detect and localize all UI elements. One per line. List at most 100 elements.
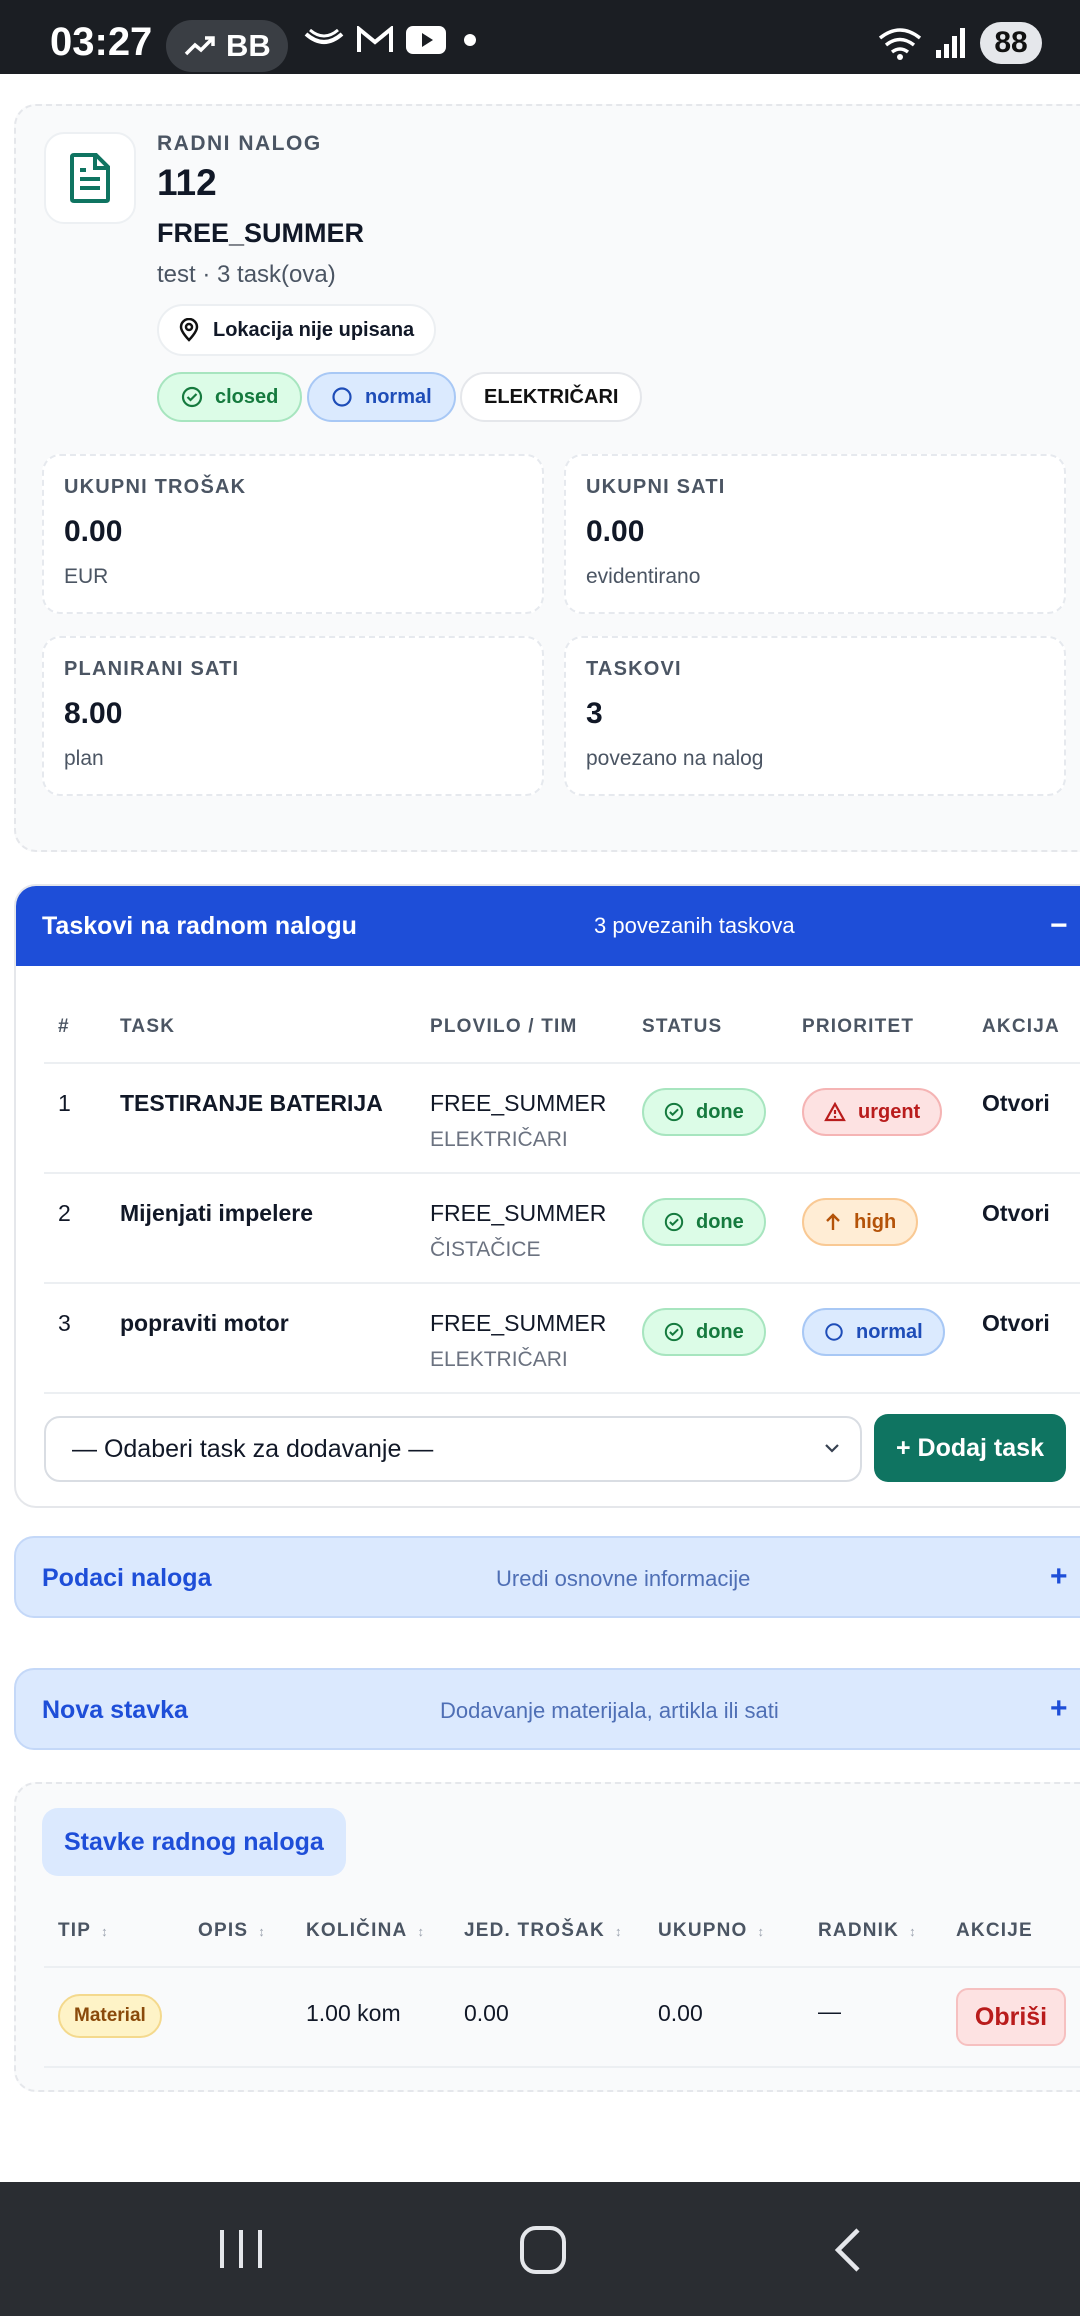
status-activity-pill: BB xyxy=(166,20,288,72)
column-label: JED. TROŠAK xyxy=(464,1920,605,1941)
column-label: RADNIK xyxy=(818,1920,900,1941)
team-name: ELEKTRIČARI xyxy=(430,1348,568,1371)
team-chip: ELEKTRIČARI xyxy=(460,372,643,422)
tasks-section-title: Taskovi na radnom nalogu xyxy=(42,911,357,940)
sort-icon: ↕ xyxy=(258,1924,266,1939)
sway-icon xyxy=(304,28,344,44)
home-icon[interactable] xyxy=(518,2226,568,2276)
system-icons: 88 xyxy=(878,22,1042,64)
status-label: done xyxy=(696,1210,744,1233)
status-pill: done xyxy=(642,1198,766,1246)
open-task-link[interactable]: Otvori xyxy=(982,1090,1050,1117)
location-chip: Lokacija nije upisana xyxy=(157,304,437,356)
check-circle-icon xyxy=(181,386,203,408)
column-header[interactable]: OPIS ↕ xyxy=(198,1920,266,1942)
row-number: 2 xyxy=(58,1200,71,1226)
task-select[interactable]: — Odaberi task za dodavanje — xyxy=(44,1416,862,1482)
stat-sub: povezano na nalog xyxy=(586,747,764,770)
stat-value: 0.00 xyxy=(586,515,645,548)
new-item-subtitle: Dodavanje materijala, artikla ili sati xyxy=(440,1698,779,1723)
circle-icon xyxy=(332,387,352,407)
priority-pill: urgent xyxy=(802,1088,943,1136)
stat-sub: plan xyxy=(64,747,104,770)
vessel-name: FREE_SUMMER xyxy=(430,1200,607,1226)
tasks-section-header[interactable]: Taskovi na radnom nalogu 3 povezanih tas… xyxy=(16,886,1080,966)
task-select-value: — Odaberi task za dodavanje — xyxy=(72,1434,434,1463)
column-header: TASK xyxy=(120,1016,176,1037)
divider xyxy=(44,1282,1080,1284)
arrow-up-icon xyxy=(826,1213,840,1230)
expand-toggle[interactable]: + xyxy=(1050,1692,1068,1726)
document-icon xyxy=(44,132,136,224)
status-pill: done xyxy=(642,1088,766,1136)
divider xyxy=(44,2066,1080,2068)
column-header: STATUS xyxy=(642,1016,723,1037)
open-task-link[interactable]: Otvori xyxy=(982,1310,1050,1337)
task-name: Mijenjati impelere xyxy=(120,1200,314,1226)
sort-icon: ↕ xyxy=(614,1924,623,1939)
expand-toggle[interactable]: + xyxy=(1050,1560,1068,1594)
item-type-chip: Material xyxy=(58,1994,162,2038)
battery-level: 88 xyxy=(980,22,1042,64)
delete-item-button[interactable]: Obriši xyxy=(956,1988,1066,2046)
stat-sub: evidentirano xyxy=(586,565,701,588)
sort-icon: ↕ xyxy=(909,1924,917,1939)
column-header[interactable]: TIP ↕ xyxy=(58,1920,109,1942)
stat-value: 0.00 xyxy=(64,515,123,548)
priority-chip-label: normal xyxy=(365,385,432,408)
stat-total-cost: UKUPNI TROŠAK 0.00 EUR xyxy=(42,454,544,614)
location-text: Lokacija nije upisana xyxy=(213,318,415,341)
status-chip: closed xyxy=(157,372,303,422)
column-header[interactable]: JED. TROŠAK ↕ xyxy=(464,1920,623,1942)
status-label: done xyxy=(696,1100,744,1123)
item-quantity: 1.00 kom xyxy=(306,2000,401,2026)
stat-label: UKUPNI SATI xyxy=(586,476,726,498)
column-header: PRIORITET xyxy=(802,1016,915,1037)
stat-label: PLANIRANI SATI xyxy=(64,658,240,680)
vessel-name: FREE_SUMMER xyxy=(430,1090,607,1116)
vessel-name: FREE_SUMMER xyxy=(430,1310,607,1336)
column-label: OPIS xyxy=(198,1920,249,1941)
priority-label: normal xyxy=(856,1320,923,1343)
task-name: TESTIRANJE BATERIJA xyxy=(120,1090,383,1116)
column-header: PLOVILO / TIM xyxy=(430,1016,578,1037)
collapse-toggle[interactable]: − xyxy=(1050,909,1068,943)
task-name: popraviti motor xyxy=(120,1310,289,1336)
stat-value: 3 xyxy=(586,697,603,730)
divider xyxy=(44,1172,1080,1174)
item-unit-cost: 0.00 xyxy=(464,2000,509,2026)
status-pill: done xyxy=(642,1308,766,1356)
priority-chip: normal xyxy=(307,372,456,422)
eyebrow-label: RADNI NALOG xyxy=(157,132,322,155)
tasks-section-summary: 3 povezanih taskova xyxy=(594,913,795,938)
location-pin-icon xyxy=(179,318,199,342)
column-header[interactable]: KOLIČINA ↕ xyxy=(306,1920,425,1942)
status-bar: 03:27 BB 88 xyxy=(0,0,1080,74)
stat-sub: EUR xyxy=(64,565,109,588)
divider xyxy=(44,1392,1080,1394)
stat-tasks: TASKOVI 3 povezano na nalog xyxy=(564,636,1066,796)
team-chip-label: ELEKTRIČARI xyxy=(484,385,619,408)
signal-icon xyxy=(936,28,965,58)
circle-icon xyxy=(825,1323,843,1341)
priority-pill: normal xyxy=(802,1308,945,1356)
stat-label: TASKOVI xyxy=(586,658,682,680)
new-item-section[interactable]: Nova stavka Dodavanje materijala, artikl… xyxy=(14,1668,1080,1750)
status-label: done xyxy=(696,1320,744,1343)
add-task-button[interactable]: + Dodaj task xyxy=(874,1414,1066,1482)
order-data-section[interactable]: Podaci naloga Uredi osnovne informacije … xyxy=(14,1536,1080,1618)
column-header[interactable]: RADNIK ↕ xyxy=(818,1920,917,1942)
work-order-subtitle: test · 3 task(ova) xyxy=(157,261,336,288)
tasks-section: Taskovi na radnom nalogu 3 povezanih tas… xyxy=(14,884,1080,1508)
team-name: ČISTAČICE xyxy=(430,1238,541,1261)
back-icon[interactable] xyxy=(828,2226,868,2276)
status-pill-text: BB xyxy=(226,28,271,63)
sort-icon: ↕ xyxy=(417,1924,426,1939)
open-task-link[interactable]: Otvori xyxy=(982,1200,1050,1227)
column-header: # xyxy=(58,1016,70,1037)
recent-apps-icon[interactable] xyxy=(216,2226,266,2272)
row-number: 3 xyxy=(58,1310,71,1336)
stat-label: UKUPNI TROŠAK xyxy=(64,476,247,498)
work-order-number: 112 xyxy=(157,162,217,203)
column-header[interactable]: UKUPNO ↕ xyxy=(658,1920,765,1942)
